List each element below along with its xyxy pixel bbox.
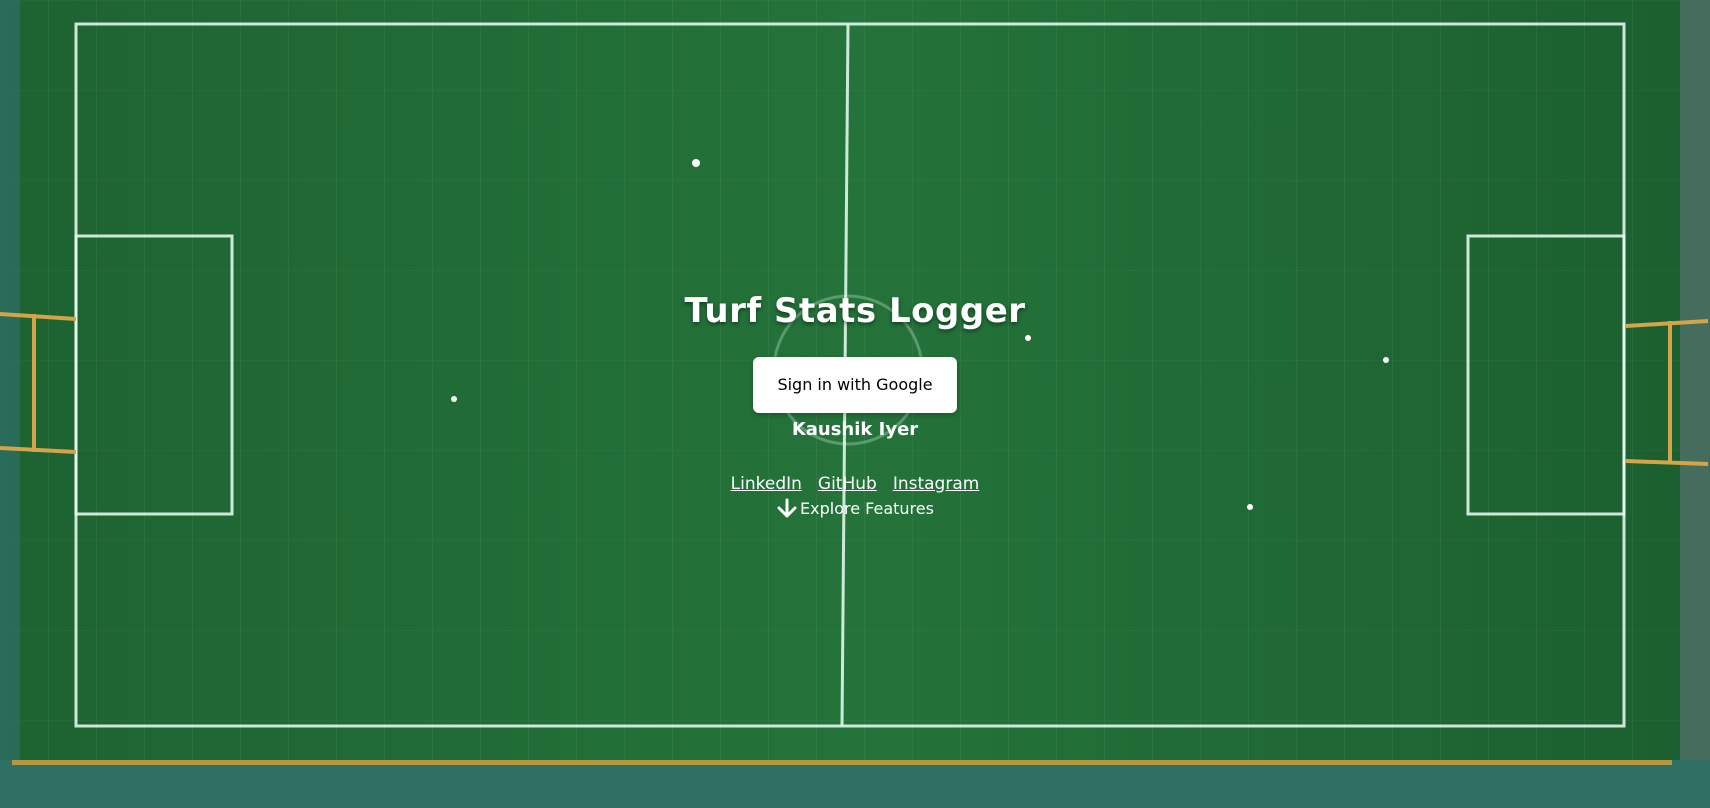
social-links: LinkedIn GitHub Instagram	[731, 474, 980, 494]
instagram-link[interactable]: Instagram	[893, 474, 980, 494]
author-name: Kaushik Iyer	[791, 418, 919, 440]
page-title: Turf Stats Logger	[684, 290, 1026, 331]
explore-features-label: Explore Features	[800, 499, 934, 518]
github-link[interactable]: GitHub	[818, 474, 877, 494]
linkedin-link[interactable]: LinkedIn	[731, 474, 802, 494]
arrow-down-icon	[776, 498, 798, 520]
sign-in-google-button[interactable]: Sign in with Google	[753, 356, 957, 413]
hero-section: Turf Stats Logger Sign in with Google Ka…	[0, 0, 1710, 808]
landing-page: Turf Stats Logger Sign in with Google Ka…	[0, 0, 1710, 808]
explore-features-button[interactable]: Explore Features	[776, 498, 934, 520]
